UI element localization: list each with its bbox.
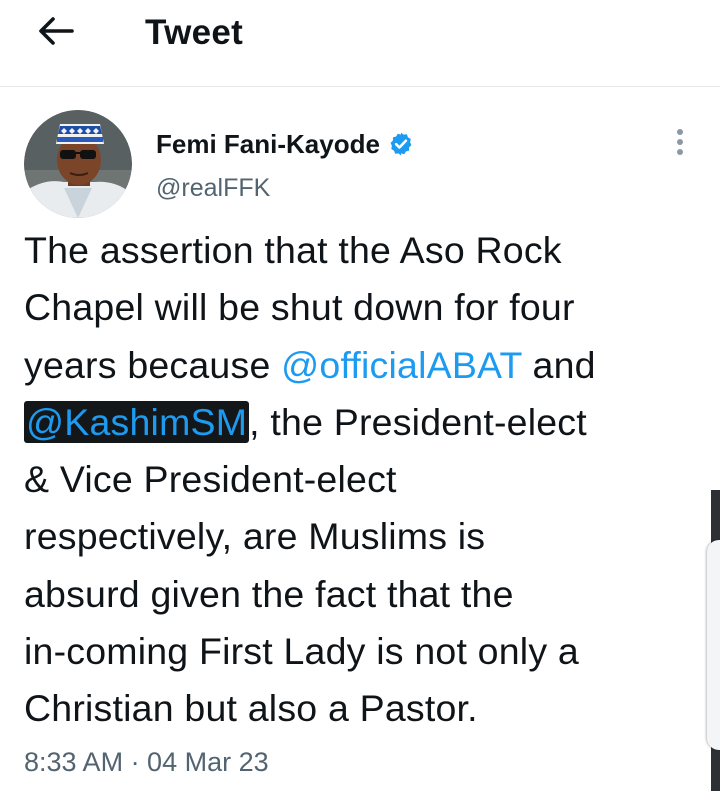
top-app-bar: Tweet [0, 0, 720, 87]
author-name-row[interactable]: Femi Fani-Kayode [156, 124, 414, 164]
tweet-text-line: and [521, 343, 596, 386]
tweet-text-line: absurd given the fact that the [24, 572, 514, 615]
more-vertical-icon [675, 127, 685, 162]
tweet-text-line: Chapel will be shut down for four [24, 286, 575, 329]
author-name[interactable]: Femi Fani-Kayode [156, 124, 380, 164]
back-button[interactable] [28, 10, 84, 56]
tweet-text-line: respectively, are Muslims is [24, 515, 486, 558]
tweet-text-line: Christian but also a Pastor. [24, 687, 478, 730]
tweet-text: The assertion that the Aso Rock Chapel w… [24, 222, 694, 738]
scrollbar-thumb[interactable] [707, 540, 720, 750]
tweet-text-line: years because [24, 343, 282, 386]
author-handle[interactable]: @realFFK [156, 168, 270, 208]
tweet-screen: Tweet Femi Fani-Kayode @realFFK The asse… [0, 0, 720, 791]
tweet-text-line: , the President-elect [249, 400, 587, 443]
tweet-text-line: The assertion that the Aso Rock [24, 229, 562, 271]
arrow-left-icon [38, 16, 74, 51]
tweet-text-line: & Vice President-elect [24, 458, 397, 501]
more-options-button[interactable] [664, 124, 696, 164]
verified-badge-icon [388, 131, 414, 157]
mention-link[interactable]: @officialABAT [281, 344, 522, 386]
author-avatar[interactable] [24, 110, 132, 218]
tweet-text-line: in-coming First Lady is not only a [24, 630, 579, 673]
mention-link-selected[interactable]: @KashimSM [24, 400, 250, 443]
tweet-timestamp[interactable]: 8:33 AM · 04 Mar 23 [24, 742, 269, 782]
page-title: Tweet [145, 13, 244, 52]
